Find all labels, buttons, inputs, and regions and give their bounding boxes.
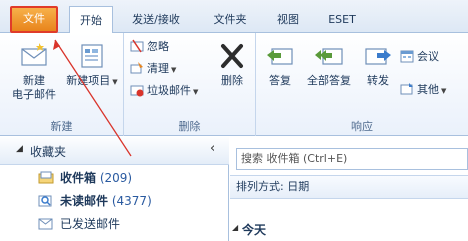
tab-file[interactable]: 文件 — [10, 6, 58, 33]
navigation-pane: ◢ 收藏夹 ‹ 收件箱 (209) 未读邮件 (4377) 已发送邮件 — [0, 137, 229, 241]
reply-label: 答复 — [269, 74, 291, 87]
tab-send-receive[interactable]: 发送/接收 — [121, 6, 191, 33]
reply-all-label: 全部答复 — [307, 74, 351, 87]
new-items-label: 新建项目 — [66, 74, 111, 87]
chevron-down-icon: ▼ — [193, 88, 199, 96]
chevron-down-icon: ▼ — [112, 78, 118, 86]
new-email-button[interactable]: 新建 电子邮件 — [8, 41, 60, 102]
collapse-triangle-icon[interactable]: ◢ — [16, 144, 23, 154]
forward-label: 转发 — [367, 74, 389, 87]
group-header-today: 今天 — [242, 223, 267, 237]
chevron-down-icon: ▼ — [441, 87, 447, 95]
mail-list: 搜索 收件箱 (Ctrl+E) 排列方式: 日期 ◢ 今天 — [230, 137, 468, 241]
group-label-delete: 删除 — [178, 120, 201, 133]
junk-icon — [130, 85, 144, 97]
ignore-label: 忽略 — [147, 40, 169, 53]
nav-item-sent[interactable]: 已发送邮件 — [38, 213, 120, 235]
junk-label: 垃圾邮件 — [147, 84, 191, 97]
reply-icon — [267, 48, 293, 65]
meeting-button[interactable]: 会议 — [400, 48, 439, 66]
delete-button[interactable]: 删除 — [212, 41, 252, 88]
ribbon: 新建 电子邮件 新建项目 ▼ 新建 忽略 清理 ▼ 垃圾邮件 ▼ 删除 删除 答… — [0, 33, 468, 136]
reply-button[interactable]: 答复 — [262, 41, 298, 88]
collapse-pane-icon[interactable]: ‹ — [210, 141, 215, 156]
delete-icon — [221, 44, 243, 68]
delete-label: 删除 — [221, 74, 243, 87]
meeting-icon — [400, 50, 414, 63]
favorites-label: 收藏夹 — [30, 145, 67, 159]
group-label-new: 新建 — [50, 120, 73, 133]
ribbon-group-respond: 答复 全部答复 转发 会议 其他 ▼ 响应 — [256, 33, 468, 136]
search-folder-icon — [38, 195, 52, 207]
nav-item-inbox[interactable]: 收件箱 (209) — [38, 167, 132, 189]
junk-button[interactable]: 垃圾邮件 ▼ — [130, 82, 198, 100]
unread-label: 未读邮件 — [60, 194, 109, 208]
more-icon — [400, 83, 413, 95]
sent-label: 已发送邮件 — [60, 217, 121, 231]
inbox-folder-icon — [38, 171, 54, 184]
tab-view[interactable]: 视图 — [270, 6, 306, 33]
cleanup-icon — [130, 62, 143, 74]
sort-bar[interactable]: 排列方式: 日期 — [230, 175, 468, 199]
new-email-label-2: 电子邮件 — [12, 88, 56, 101]
tab-folder[interactable]: 文件夹 — [205, 6, 255, 33]
reply-all-button[interactable]: 全部答复 — [300, 41, 358, 88]
inbox-label: 收件箱 — [60, 171, 97, 185]
more-label: 其他 — [417, 83, 439, 96]
sent-folder-icon — [38, 218, 53, 230]
meeting-label: 会议 — [417, 50, 439, 63]
ignore-icon — [130, 39, 144, 53]
collapse-triangle-icon[interactable]: ◢ — [232, 223, 238, 232]
ribbon-tab-bar: 文件 开始 发送/接收 文件夹 视图 ESET — [0, 0, 468, 34]
sort-label: 排列方式: 日期 — [236, 180, 310, 193]
forward-button[interactable]: 转发 — [360, 41, 396, 88]
unread-count: (4377) — [111, 194, 152, 208]
tab-eset[interactable]: ESET — [322, 6, 362, 33]
ribbon-group-delete: 忽略 清理 ▼ 垃圾邮件 ▼ 删除 删除 — [124, 33, 256, 136]
new-email-label-1: 新建 — [23, 74, 45, 87]
nav-item-unread[interactable]: 未读邮件 (4377) — [38, 190, 152, 212]
forward-icon — [365, 48, 391, 65]
ribbon-group-new: 新建 电子邮件 新建项目 ▼ 新建 — [0, 33, 124, 136]
reply-all-icon — [315, 48, 343, 65]
inbox-count: (209) — [99, 171, 133, 185]
search-input[interactable]: 搜索 收件箱 (Ctrl+E) — [236, 148, 468, 170]
tab-home[interactable]: 开始 — [69, 6, 113, 34]
new-email-icon — [21, 43, 47, 66]
more-button[interactable]: 其他 ▼ — [400, 81, 446, 99]
group-label-respond: 响应 — [351, 120, 373, 133]
cleanup-label: 清理 — [147, 62, 169, 75]
ignore-button[interactable]: 忽略 — [130, 38, 169, 56]
new-items-button[interactable]: 新建项目 ▼ — [64, 41, 120, 89]
cleanup-button[interactable]: 清理 ▼ — [130, 60, 176, 78]
favorites-header[interactable]: ◢ 收藏夹 ‹ — [0, 137, 229, 165]
chevron-down-icon: ▼ — [171, 66, 177, 74]
new-items-icon — [81, 44, 103, 68]
